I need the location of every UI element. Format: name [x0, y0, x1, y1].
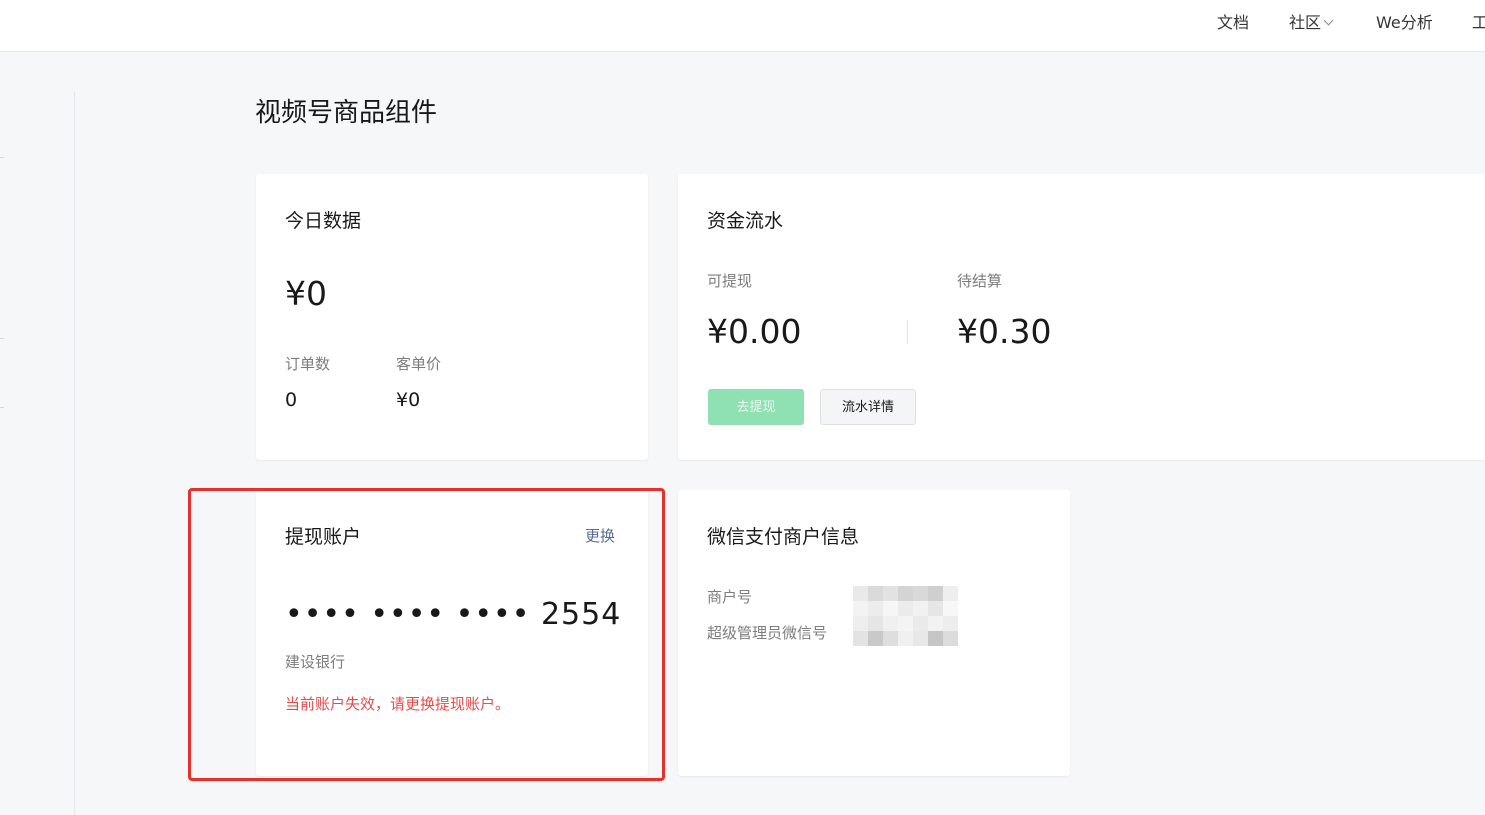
redacted-merchant-info-mosaic: [853, 586, 958, 646]
sidebar-divider: [74, 92, 75, 815]
sidebar-edge-mark: [0, 338, 4, 339]
nav-community-label: 社区: [1289, 13, 1322, 32]
merchant-id-label: 商户号: [707, 588, 753, 606]
card-title: 今日数据: [285, 210, 362, 232]
amount-divider: [907, 320, 908, 344]
sidebar-edge-mark: [0, 407, 4, 408]
nav-tools[interactable]: 工: [1472, 12, 1485, 34]
page-title: 视频号商品组件: [255, 98, 438, 128]
admin-wechat-label: 超级管理员微信号: [707, 624, 828, 642]
withdrawable-amount: ¥0.00: [707, 312, 802, 351]
nav-community[interactable]: 社区: [1289, 12, 1334, 34]
today-amount: ¥0: [285, 274, 327, 313]
card-title: 微信支付商户信息: [707, 526, 860, 548]
orders-label: 订单数: [285, 355, 331, 373]
chevron-down-icon: [1323, 15, 1334, 26]
avg-price-value: ¥0: [396, 389, 421, 411]
top-navigation-bar: 文档 社区 We分析 工: [0, 0, 1485, 52]
flow-detail-button[interactable]: 流水详情: [820, 389, 916, 425]
withdraw-button[interactable]: 去提现: [708, 389, 804, 425]
nav-we-analytics[interactable]: We分析: [1376, 12, 1433, 34]
orders-value: 0: [285, 389, 298, 411]
pending-label: 待结算: [957, 272, 1003, 290]
nav-docs[interactable]: 文档: [1217, 12, 1249, 34]
avg-price-label: 客单价: [396, 355, 442, 373]
withdrawable-label: 可提现: [707, 272, 753, 290]
fund-flow-card: 资金流水 可提现 ¥0.00 待结算 ¥0.30 去提现 流水详情: [678, 174, 1485, 460]
highlight-annotation-box: [188, 488, 665, 781]
card-title: 资金流水: [707, 210, 784, 232]
today-data-card: 今日数据 ¥0 订单数 0 客单价 ¥0: [256, 174, 648, 460]
merchant-info-card: 微信支付商户信息 商户号 超级管理员微信号: [678, 490, 1070, 776]
sidebar-edge-mark: [0, 157, 4, 158]
pending-amount: ¥0.30: [957, 312, 1052, 351]
